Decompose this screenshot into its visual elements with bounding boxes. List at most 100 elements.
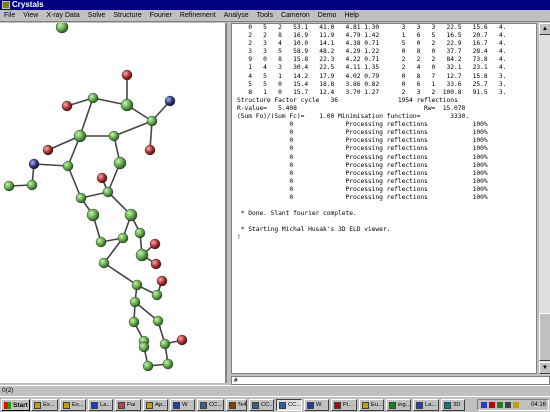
tray-display-icon[interactable] [513,402,519,408]
menu-analyse[interactable]: Analyse [220,10,253,21]
carbon-atom[interactable] [134,227,146,239]
scroll-down-arrow-icon[interactable]: ▼ [539,362,550,374]
taskbar-button[interactable]: Ex... [60,399,86,411]
taskbar-button[interactable]: 3D [441,399,465,411]
output-line: (Sum Fo)/(Sum Fc)= 1.00 Minimisation fun… [237,113,469,121]
taskbar-button-label: %4 [238,402,247,408]
carbon-atom[interactable] [146,115,158,127]
taskbar-button-label: Pi... [343,402,353,408]
menu-demo[interactable]: Demo [314,10,341,21]
taskbar-button[interactable]: La... [88,399,113,411]
window-title: Crystals [12,0,44,9]
nitrogen-atom[interactable] [28,158,40,170]
carbon-atom[interactable] [75,192,87,204]
carbon-atom[interactable] [73,129,87,143]
output-line: 9 0 8 15.8 22.3 4.22 0.71 2 2 2 84.2 73.… [237,56,507,64]
carbon-atom[interactable] [86,208,100,222]
oxygen-atom[interactable] [121,69,133,81]
menu-structure[interactable]: Structure [109,10,145,21]
taskbar-app-icon [307,401,314,409]
output-line: 8 1 0 15.7 12.4 3.70 1.27 2 3 2 100.8 91… [237,88,507,96]
taskbar-button[interactable]: CC... [276,399,302,411]
oxygen-atom[interactable] [61,100,73,112]
oxygen-atom[interactable] [96,172,108,184]
carbon-atom[interactable] [62,160,74,172]
taskbar-button[interactable]: CC... [249,399,274,411]
carbon-atom[interactable] [26,179,38,191]
carbon-atom[interactable] [98,257,110,269]
menu-cameron[interactable]: Cameron [277,10,314,21]
output-scrollbar[interactable]: ▲ ▼ [538,23,550,374]
taskbar-button[interactable]: CC... [197,399,224,411]
taskbar-button[interactable]: %4 [226,399,247,411]
carbon-atom[interactable] [120,98,134,112]
taskbar-button[interactable]: ing... [386,399,411,411]
menu-tools[interactable]: Tools [253,10,277,21]
taskbar-button[interactable]: Pi... [331,399,357,411]
taskbar-button-label: CC... [288,402,302,408]
carbon-atom[interactable] [55,23,69,34]
tray-speaker-icon[interactable] [505,402,511,408]
carbon-atom[interactable] [151,289,163,301]
taskbar-button[interactable]: Eu... [359,399,384,411]
oxygen-atom[interactable] [150,258,162,270]
taskbar-button[interactable]: Ap... [143,399,168,411]
oxygen-atom[interactable] [156,275,168,287]
carbon-atom[interactable] [159,338,171,350]
output-line: 0 Processing reflections 100% [237,185,488,193]
tray-network-icon[interactable] [481,402,487,408]
oxygen-atom[interactable] [42,144,54,156]
menu-solve[interactable]: Solve [84,10,110,21]
molecule-structure-drawing[interactable] [0,23,227,383]
carbon-atom[interactable] [95,236,107,248]
taskbar-button-label: ing... [398,402,411,408]
carbon-atom[interactable] [152,315,164,327]
taskbar-button[interactable]: La... [413,399,439,411]
carbon-atom[interactable] [129,296,141,308]
output-line: 3 3 5 58.9 48.2 4.29 1.22 0 8 0 37.7 28.… [237,48,507,56]
nitrogen-atom[interactable] [164,95,176,107]
carbon-atom[interactable] [128,316,140,328]
carbon-atom[interactable] [131,279,143,291]
oxygen-atom[interactable] [144,144,156,156]
taskbar-button[interactable]: Ex... [31,399,58,411]
taskbar-button[interactable]: W [170,399,195,411]
menu-file[interactable]: File [0,10,19,21]
carbon-atom[interactable] [135,248,149,262]
carbon-atom[interactable] [138,341,150,353]
oxygen-atom[interactable] [149,238,161,250]
app-icon[interactable] [2,1,10,9]
carbon-atom[interactable] [162,358,174,370]
tray-antivirus-icon[interactable] [497,402,503,408]
carbon-atom[interactable] [87,92,99,104]
taskbar-button[interactable]: W [304,399,329,411]
carbon-atom[interactable] [102,186,114,198]
oxygen-atom[interactable] [176,334,188,346]
output-line: R-value= 5.408 Rw= 15.070 [237,104,466,112]
carbon-atom[interactable] [113,156,127,170]
carbon-atom[interactable] [124,208,138,222]
carbon-atom[interactable] [142,360,154,372]
menu-fourier[interactable]: Fourier [146,10,176,21]
command-input[interactable]: # [231,376,550,385]
start-button[interactable]: Start [1,399,30,411]
output-text-panel[interactable]: 0 5 2 53.1 41.0 4.81 1.30 3 3 3 22.5 15.… [231,23,537,374]
tray-app-icon[interactable] [489,402,495,408]
taskbar-button-label: Ex... [72,402,84,408]
taskbar-app-icon [146,401,153,409]
taskbar-app-icon [63,401,70,409]
carbon-atom[interactable] [117,232,129,244]
menu-view[interactable]: View [19,10,42,21]
scroll-up-arrow-icon[interactable]: ▲ [539,23,550,35]
molecule-view[interactable] [0,23,227,383]
menu-xray-data[interactable]: X-ray Data [42,10,83,21]
menu-help[interactable]: Help [340,10,362,21]
menu-refinement[interactable]: Refinement [176,10,220,21]
taskbar-button[interactable]: Pai [115,399,141,411]
carbon-atom[interactable] [108,130,120,142]
carbon-atom[interactable] [3,180,15,192]
scrollbar-thumb[interactable] [539,313,550,361]
output-line: 0 Processing reflections 100% [237,161,488,169]
